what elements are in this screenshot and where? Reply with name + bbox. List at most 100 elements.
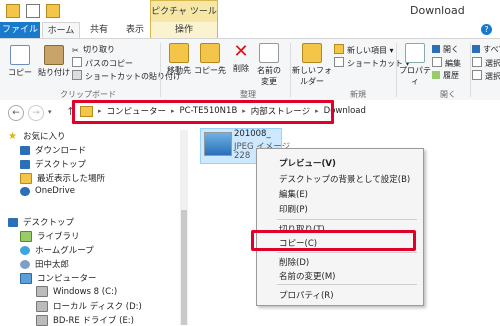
nav-item-drive-c[interactable]: Windows 8 (C:) bbox=[36, 286, 117, 297]
menu-item-set-background[interactable]: デスクトップの背景として設定(B) bbox=[279, 173, 410, 185]
invert-selection-icon bbox=[472, 70, 482, 80]
ribbon-separator bbox=[396, 43, 397, 97]
copy-path-icon bbox=[72, 57, 82, 67]
nav-item-downloads[interactable]: ダウンロード bbox=[20, 144, 86, 156]
onedrive-icon bbox=[20, 186, 30, 196]
window-title: Download bbox=[410, 4, 465, 17]
ribbon-separator bbox=[290, 43, 291, 97]
desktop-icon bbox=[20, 159, 30, 169]
open-icon bbox=[432, 45, 440, 53]
homegroup-icon bbox=[20, 245, 30, 255]
edit-icon bbox=[432, 57, 442, 67]
select-none-icon bbox=[472, 57, 482, 67]
delete-button[interactable]: ✕ 削除 bbox=[228, 43, 254, 74]
recent-locations-chevron-icon[interactable]: ▾ bbox=[48, 108, 52, 116]
history-icon bbox=[432, 71, 440, 79]
contextual-tab-group: ピクチャ ツール bbox=[150, 0, 218, 23]
menu-separator bbox=[277, 284, 417, 285]
nav-item-drive-e[interactable]: BD-RE ドライブ (E:) bbox=[36, 314, 134, 326]
forward-arrow-icon[interactable]: → bbox=[28, 105, 44, 121]
menu-item-print[interactable]: 印刷(P) bbox=[279, 203, 308, 215]
menu-item-edit[interactable]: 編集(E) bbox=[279, 188, 308, 200]
nav-item-user[interactable]: 田中太郎 bbox=[20, 258, 69, 270]
history-button[interactable]: 履歴 bbox=[432, 70, 459, 81]
invert-selection-button[interactable]: 選択 bbox=[472, 70, 500, 82]
move-to-icon bbox=[169, 43, 189, 63]
drive-icon bbox=[36, 300, 48, 312]
delete-icon: ✕ bbox=[233, 41, 249, 62]
select-none-button[interactable]: 選択 bbox=[472, 57, 500, 69]
copy-icon bbox=[10, 45, 30, 65]
address-highlight-box bbox=[72, 100, 334, 124]
download-folder-icon bbox=[20, 145, 30, 155]
edit-button[interactable]: 編集 bbox=[432, 57, 461, 69]
menu-separator bbox=[277, 219, 417, 220]
open-button[interactable]: 開く bbox=[432, 44, 459, 55]
copy-button[interactable]: コピー bbox=[6, 45, 34, 78]
star-icon: ★ bbox=[8, 130, 17, 142]
desktop-icon bbox=[8, 217, 18, 227]
copy-highlight-box bbox=[251, 230, 416, 251]
group-label-new: 新規 bbox=[350, 90, 366, 99]
rename-button[interactable]: 名前の変更 bbox=[254, 43, 284, 87]
copy-to-icon bbox=[200, 43, 220, 63]
properties-button[interactable]: プロパティ bbox=[398, 43, 432, 87]
paste-shortcut-icon bbox=[72, 70, 82, 80]
file-name: 201008_ bbox=[234, 129, 271, 139]
select-all-button[interactable]: すべて bbox=[472, 44, 500, 55]
user-icon bbox=[20, 259, 30, 269]
move-to-button[interactable]: 移動先 bbox=[164, 43, 194, 76]
select-all-icon bbox=[472, 45, 480, 53]
group-label-open: 開く bbox=[440, 90, 456, 99]
tab-home[interactable]: ホーム bbox=[42, 22, 80, 39]
copy-path-button[interactable]: パスのコピー bbox=[72, 57, 133, 69]
cut-button[interactable]: ✂ 切り取り bbox=[72, 44, 115, 55]
properties-icon bbox=[405, 43, 425, 63]
nav-item-recent-places[interactable]: 最近表示した場所 bbox=[20, 172, 105, 184]
folder-icon[interactable] bbox=[6, 4, 20, 18]
copy-to-button[interactable]: コピー先 bbox=[194, 43, 226, 76]
tab-view[interactable]: 表示 bbox=[118, 22, 152, 38]
scissors-icon: ✂ bbox=[72, 46, 79, 55]
menu-item-rename[interactable]: 名前の変更(M) bbox=[279, 270, 335, 282]
nav-item-homegroup[interactable]: ホームグループ bbox=[20, 244, 94, 256]
nav-item-drive-d[interactable]: ローカル ディスク (D:) bbox=[36, 300, 142, 312]
menu-item-delete[interactable]: 削除(D) bbox=[279, 256, 309, 268]
menu-separator bbox=[277, 252, 417, 253]
nav-item-onedrive[interactable]: OneDrive bbox=[20, 186, 75, 196]
back-arrow-icon[interactable]: ← bbox=[8, 105, 24, 121]
tab-file[interactable]: ファイル bbox=[0, 22, 40, 38]
tab-share[interactable]: 共有 bbox=[82, 22, 116, 38]
ribbon-separator bbox=[470, 43, 471, 97]
nav-scrollbar-thumb[interactable] bbox=[181, 210, 187, 325]
nav-item-computer[interactable]: コンピューター bbox=[20, 272, 97, 284]
menu-item-preview[interactable]: プレビュー(V) bbox=[279, 157, 336, 169]
nav-item-library[interactable]: ライブラリ bbox=[20, 230, 80, 242]
context-menu: プレビュー(V) デスクトップの背景として設定(B) 編集(E) 印刷(P) 切… bbox=[256, 148, 424, 306]
library-icon bbox=[20, 230, 32, 242]
new-item-icon bbox=[334, 44, 344, 54]
paste-button[interactable]: 貼り付け bbox=[36, 45, 72, 78]
new-folder-icon bbox=[302, 43, 322, 63]
group-label-organize: 整理 bbox=[240, 90, 256, 99]
drive-icon bbox=[36, 286, 48, 297]
recent-places-icon bbox=[20, 172, 32, 184]
ribbon: コピー 貼り付け ✂ 切り取り パスのコピー ショートカットの貼り付け クリップボ… bbox=[0, 38, 500, 101]
drive-icon bbox=[36, 314, 48, 326]
new-item-button[interactable]: 新しい項目 ▾ bbox=[334, 44, 394, 56]
paste-icon bbox=[44, 45, 64, 65]
nav-desktop-root[interactable]: デスクトップ bbox=[8, 216, 74, 228]
nav-item-desktop[interactable]: デスクトップ bbox=[20, 158, 86, 170]
new-folder-button[interactable]: 新しいフォルダー bbox=[292, 43, 332, 87]
tab-manage[interactable]: 操作 bbox=[150, 22, 218, 39]
shortcut-icon bbox=[334, 57, 344, 67]
image-thumbnail-icon bbox=[204, 132, 232, 156]
new-folder-icon[interactable] bbox=[46, 4, 60, 18]
menu-item-properties[interactable]: プロパティ(R) bbox=[279, 289, 334, 301]
nav-favorites[interactable]: ★ お気に入り bbox=[8, 130, 66, 142]
properties-icon[interactable] bbox=[26, 4, 40, 18]
ribbon-separator bbox=[160, 43, 161, 97]
quick-access-toolbar bbox=[6, 4, 60, 18]
help-icon[interactable]: ? bbox=[481, 24, 492, 35]
group-label-clipboard: クリップボード bbox=[60, 90, 116, 99]
